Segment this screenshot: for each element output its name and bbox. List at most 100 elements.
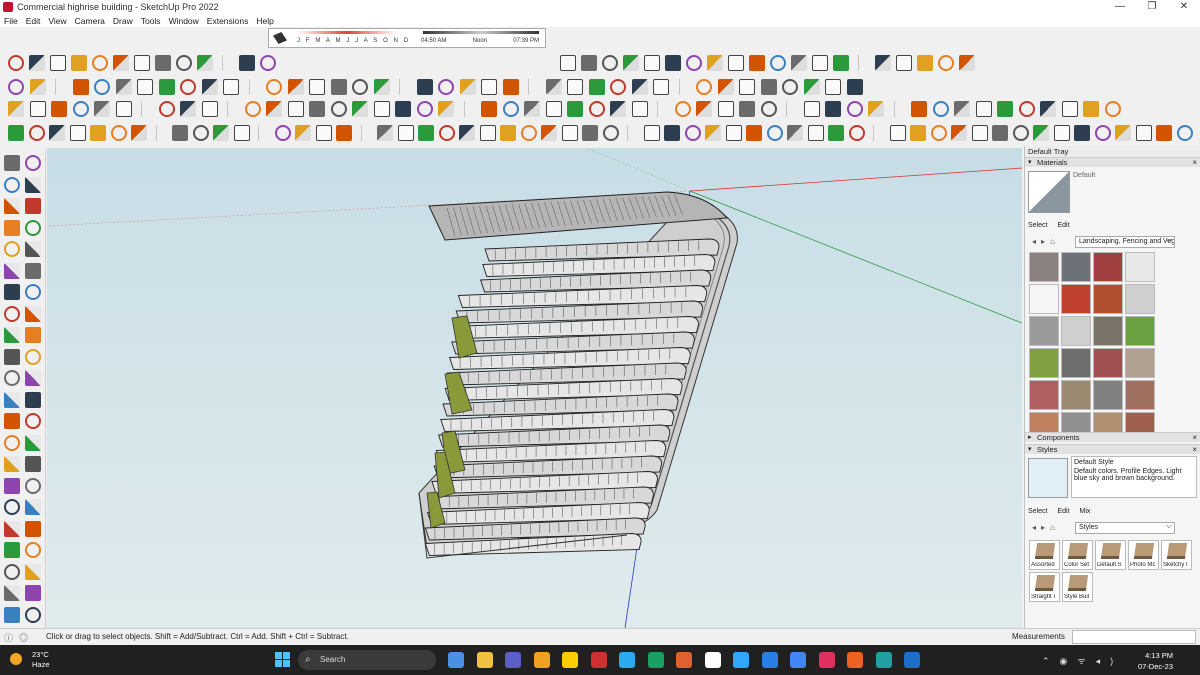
tool-icon[interactable] (4, 155, 20, 171)
toolbar-tool-icon[interactable] (8, 125, 24, 141)
toolbar-tool-icon[interactable] (94, 79, 110, 95)
toolbar-tool-icon[interactable] (696, 101, 712, 117)
material-swatch[interactable] (1093, 284, 1123, 314)
tool-icon[interactable] (4, 176, 20, 193)
toolbar-tool-icon[interactable] (1053, 125, 1070, 141)
tool-icon[interactable] (25, 520, 41, 537)
menu-edit[interactable]: Edit (26, 16, 41, 26)
toolbar-tool-icon[interactable] (502, 79, 519, 95)
toolbar-tool-icon[interactable] (560, 55, 576, 71)
toolbar-tool-icon[interactable] (917, 55, 933, 71)
toolbar-tool-icon[interactable] (567, 79, 583, 95)
taskbar-app-icon[interactable] (476, 652, 493, 668)
toolbar-tool-icon[interactable] (315, 125, 332, 141)
style-item[interactable]: Straight I (1029, 572, 1060, 602)
toolbar-tool-icon[interactable] (911, 101, 927, 117)
close-button[interactable]: ✕ (1168, 0, 1200, 14)
toolbar-tool-icon[interactable] (739, 101, 755, 117)
material-swatch[interactable] (1061, 316, 1091, 346)
toolbar-tool-icon[interactable] (791, 55, 807, 71)
toolbar-tool-icon[interactable] (848, 125, 865, 141)
toolbar-tool-icon[interactable] (110, 125, 127, 141)
material-swatch[interactable] (1029, 348, 1059, 378)
toolbar-tool-icon[interactable] (746, 125, 762, 141)
taskbar-app-icon[interactable] (875, 652, 892, 668)
tool-icon[interactable] (25, 155, 41, 171)
toolbar-tool-icon[interactable] (910, 125, 926, 141)
toolbar-tool-icon[interactable] (739, 79, 755, 95)
toolbar-tool-icon[interactable] (997, 101, 1013, 117)
toolbar-tool-icon[interactable] (49, 125, 65, 141)
close-icon[interactable]: × (1192, 158, 1197, 167)
tool-icon[interactable] (25, 348, 41, 365)
toolbar-tool-icon[interactable] (377, 125, 393, 141)
toolbar-tool-icon[interactable] (760, 79, 777, 95)
toolbar-tool-icon[interactable] (875, 55, 891, 71)
toolbar-tool-icon[interactable] (115, 79, 132, 95)
taskbar-app-icon[interactable] (619, 652, 635, 668)
toolbar-tool-icon[interactable] (438, 79, 454, 95)
toolbar-tool-icon[interactable] (766, 125, 783, 141)
style-item[interactable]: Default S (1095, 540, 1126, 570)
toolbar-tool-icon[interactable] (287, 101, 304, 117)
toolbar-tool-icon[interactable] (889, 125, 906, 141)
toolbar-tool-icon[interactable] (352, 79, 368, 95)
toolbar-tool-icon[interactable] (644, 55, 660, 71)
expand-arrow-icon[interactable]: ▸ (1028, 433, 1032, 442)
tool-icon[interactable] (25, 477, 41, 494)
tool-icon[interactable] (4, 219, 20, 236)
tool-icon[interactable] (25, 499, 41, 515)
toolbar-tool-icon[interactable] (930, 125, 947, 141)
toolbar-tool-icon[interactable] (1094, 125, 1111, 141)
tool-icon[interactable] (4, 284, 20, 300)
toolbar-tool-icon[interactable] (71, 55, 87, 71)
toolbar-tool-icon[interactable] (770, 55, 786, 71)
material-collection-dropdown[interactable]: Landscaping, Fencing and Vegetation (1075, 236, 1175, 248)
toolbar-tool-icon[interactable] (459, 125, 475, 141)
toolbar-tool-icon[interactable] (992, 125, 1008, 141)
tool-icon[interactable] (25, 370, 41, 386)
tool-icon[interactable] (25, 391, 41, 408)
toolbar-tool-icon[interactable] (828, 125, 844, 141)
toolbar-tool-icon[interactable] (309, 101, 325, 117)
material-swatch[interactable] (1125, 348, 1155, 378)
material-swatch[interactable] (1061, 380, 1091, 410)
toolbar-tool-icon[interactable] (725, 125, 742, 141)
tool-icon[interactable] (25, 284, 41, 300)
toolbar-tool-icon[interactable] (438, 125, 455, 141)
tool-icon[interactable] (25, 434, 41, 451)
menu-camera[interactable]: Camera (75, 16, 105, 26)
toolbar-tool-icon[interactable] (223, 79, 239, 95)
start-button[interactable] (275, 652, 290, 667)
toolbar-tool-icon[interactable] (416, 79, 433, 95)
tab-mix[interactable]: Mix (1080, 508, 1091, 515)
toolbar-tool-icon[interactable] (782, 79, 798, 95)
tool-icon[interactable] (25, 219, 41, 236)
toolbar-tool-icon[interactable] (975, 101, 992, 117)
toolbar-tool-icon[interactable] (696, 79, 712, 95)
system-tray-icons[interactable]: ⌃◉ᯤ◂) (1042, 654, 1123, 667)
material-swatch[interactable] (1029, 316, 1059, 346)
tool-icon[interactable] (4, 262, 20, 279)
toolbar-tool-icon[interactable] (1104, 101, 1121, 117)
toolbar-tool-icon[interactable] (50, 55, 66, 71)
toolbar-tool-icon[interactable] (541, 125, 557, 141)
tool-icon[interactable] (25, 456, 41, 472)
toolbar-tool-icon[interactable] (201, 101, 218, 117)
toolbar-tool-icon[interactable] (1083, 101, 1099, 117)
material-swatch[interactable] (1029, 380, 1059, 410)
toolbar-tool-icon[interactable] (749, 55, 765, 71)
toolbar-tool-icon[interactable] (134, 55, 150, 71)
toolbar-tool-icon[interactable] (1012, 125, 1029, 141)
toolbar-tool-icon[interactable] (938, 55, 954, 71)
tool-icon[interactable] (4, 241, 20, 257)
toolbar-tool-icon[interactable] (1115, 125, 1131, 141)
model-viewport[interactable] (47, 148, 1022, 628)
toolbar-tool-icon[interactable] (373, 101, 390, 117)
tool-icon[interactable] (25, 241, 41, 257)
tool-icon[interactable] (25, 606, 41, 623)
toolbar-tool-icon[interactable] (51, 101, 67, 117)
tool-icon[interactable] (25, 542, 41, 558)
tool-icon[interactable] (4, 563, 20, 580)
toolbar-tool-icon[interactable] (631, 79, 648, 95)
